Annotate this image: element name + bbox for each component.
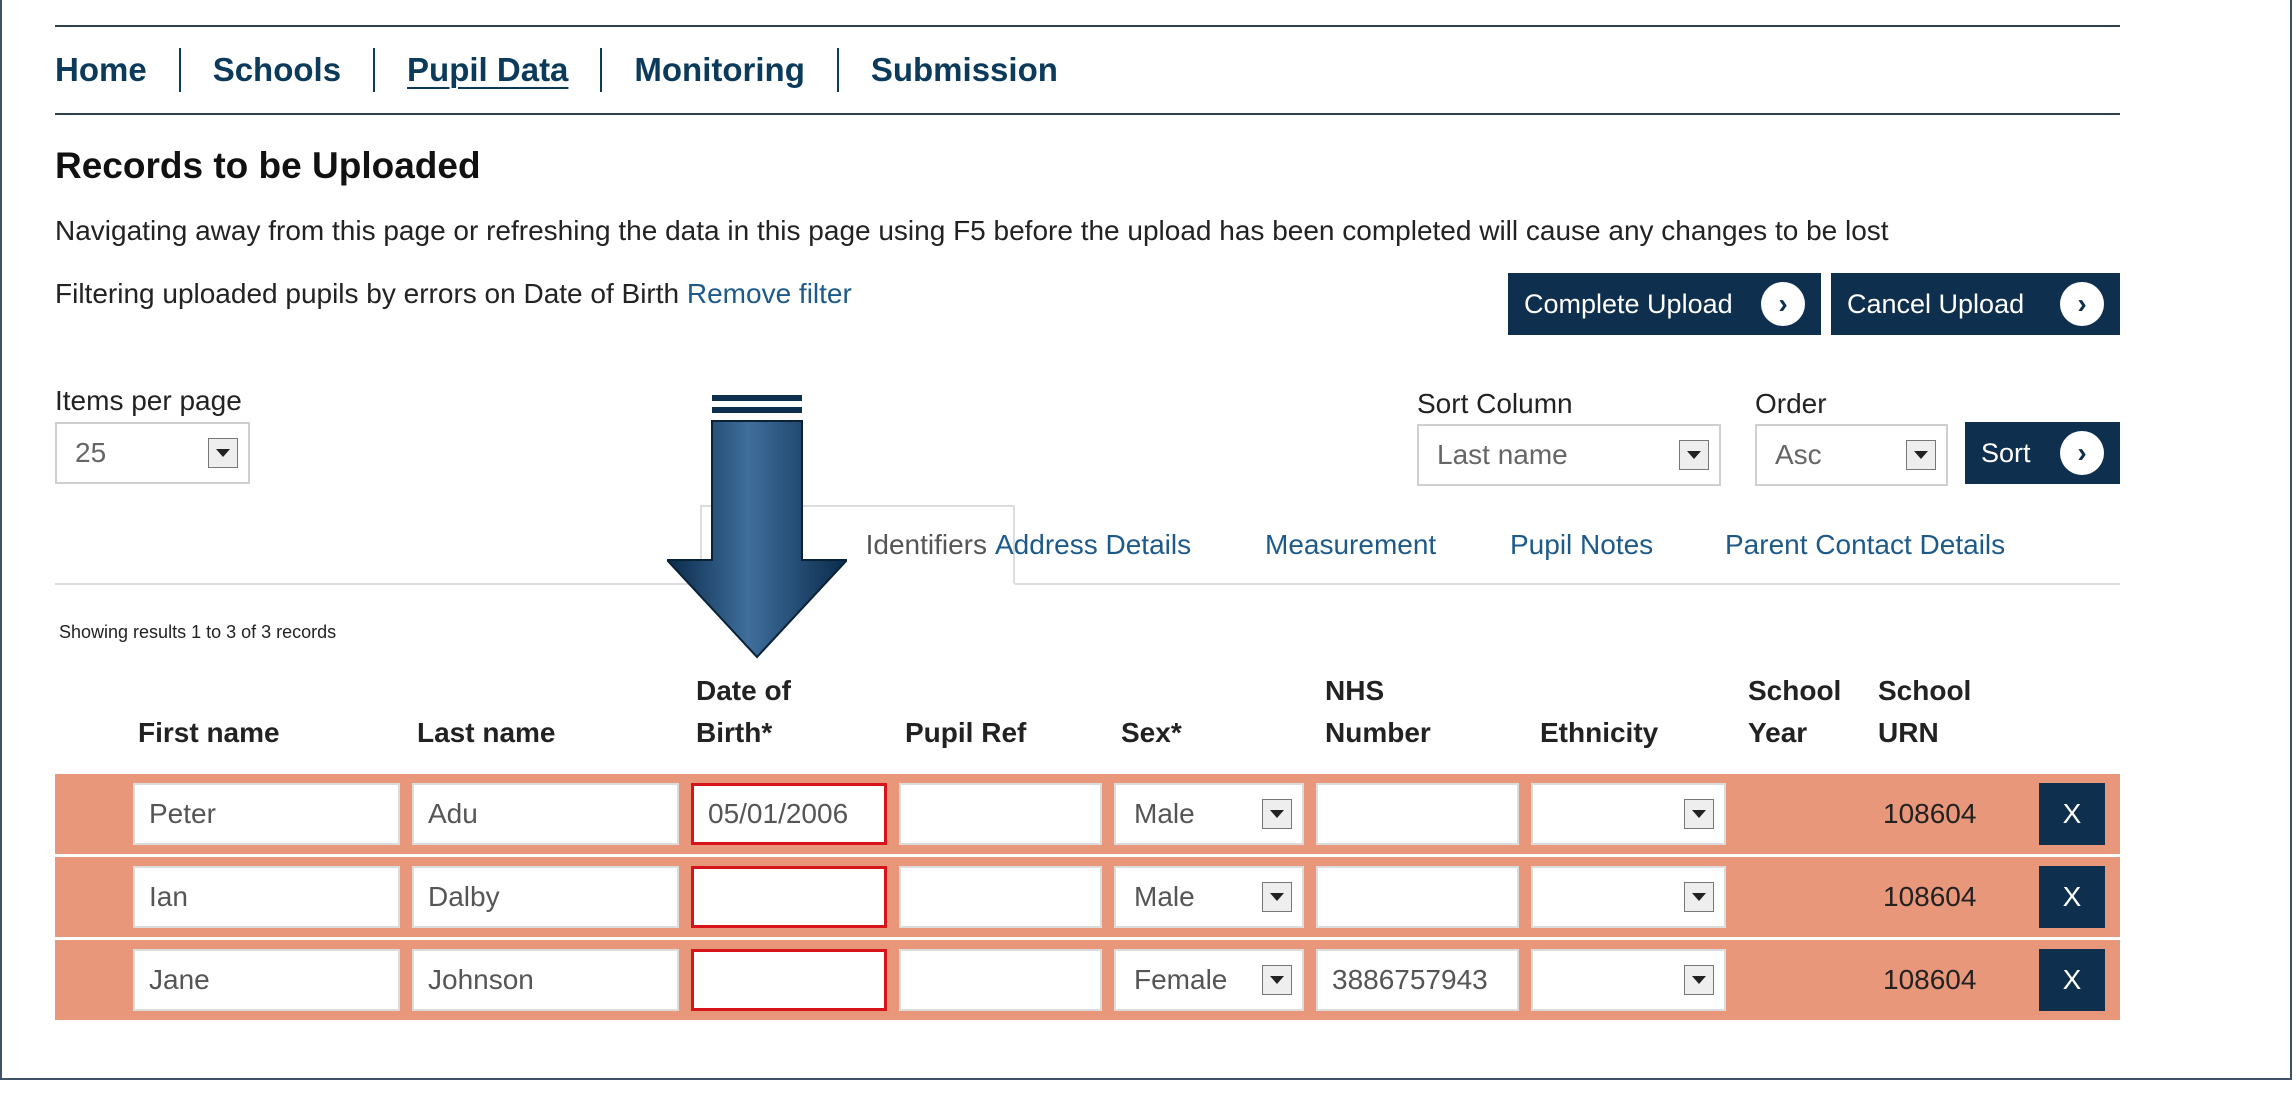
items-per-page-select[interactable]: 25 — [55, 422, 250, 484]
header-sex: Sex* — [1121, 717, 1182, 748]
sort-column-value: Last name — [1437, 439, 1568, 470]
header-pupil-ref: Pupil Ref — [905, 717, 1027, 748]
sort-column-label: Sort Column — [1417, 388, 1573, 419]
nav-schools[interactable]: Schools — [178, 48, 373, 92]
complete-upload-button[interactable]: Complete Upload › — [1508, 273, 1821, 335]
header-ethnicity: Ethnicity — [1540, 717, 1659, 748]
tab-parent-contact-details[interactable]: Parent Contact Details — [1725, 505, 2005, 585]
items-per-page-value: 25 — [75, 437, 107, 468]
delete-row-button[interactable]: X — [2039, 783, 2105, 845]
header-school-urn-line1: School — [1878, 675, 1972, 706]
tab-address-details[interactable]: Address Details — [995, 505, 1191, 585]
header-school-year-line1: School — [1748, 675, 1842, 706]
cancel-upload-button[interactable]: Cancel Upload › — [1831, 273, 2120, 335]
pupil-ref-field[interactable] — [899, 949, 1102, 1011]
dropdown-arrow-icon — [1684, 965, 1714, 995]
dob-field[interactable] — [691, 866, 887, 928]
nav-top-rule — [55, 25, 2120, 27]
header-dob-line2: Birth* — [696, 717, 773, 748]
last-name-field[interactable]: Dalby — [412, 866, 679, 928]
nhs-number-field[interactable]: 3886757943 — [1316, 949, 1519, 1011]
nav-bottom-rule — [55, 113, 2120, 115]
remove-filter-link[interactable]: Remove filter — [687, 278, 852, 309]
complete-upload-label: Complete Upload — [1524, 288, 1733, 319]
sex-value: Male — [1134, 881, 1195, 912]
items-per-page-label: Items per page — [55, 385, 242, 416]
dropdown-arrow-icon — [1679, 440, 1709, 470]
pupil-ref-field[interactable] — [899, 783, 1102, 845]
nav-submission[interactable]: Submission — [836, 48, 1090, 92]
last-name-field[interactable]: Adu — [412, 783, 679, 845]
header-school-year-line2: Year — [1748, 717, 1808, 748]
order-select[interactable]: Asc — [1755, 424, 1948, 486]
warning-text: Navigating away from this page or refres… — [55, 215, 1889, 246]
chevron-right-circle-icon: › — [1761, 282, 1805, 326]
dropdown-arrow-icon — [1262, 882, 1292, 912]
table-row: Ian Dalby Male 108604 X — [55, 857, 2120, 937]
school-urn: 108604 — [1883, 798, 1977, 829]
filter-text: Filtering uploaded pupils by errors on D… — [55, 278, 680, 309]
main-nav: Home Schools Pupil Data Monitoring Submi… — [55, 40, 1090, 100]
tab-measurement[interactable]: Measurement — [1265, 505, 1436, 585]
ethnicity-select[interactable] — [1531, 866, 1726, 928]
down-arrow-icon — [667, 395, 847, 659]
sort-label: Sort — [1981, 437, 2031, 468]
sex-value: Male — [1134, 798, 1195, 829]
ethnicity-select[interactable] — [1531, 949, 1726, 1011]
order-value: Asc — [1775, 439, 1822, 470]
page-content: Home Schools Pupil Data Monitoring Submi… — [55, 0, 2120, 1070]
table-row: Jane Johnson Female 3886757943 108604 X — [55, 940, 2120, 1020]
chevron-right-circle-icon: › — [2060, 282, 2104, 326]
first-name-field[interactable]: Peter — [133, 783, 400, 845]
sort-button[interactable]: Sort › — [1965, 422, 2120, 484]
last-name-field[interactable]: Johnson — [412, 949, 679, 1011]
sex-select[interactable]: Male — [1114, 783, 1304, 845]
first-name-field[interactable]: Jane — [133, 949, 400, 1011]
table-row: Peter Adu 05/01/2006 Male 108604 X — [55, 774, 2120, 854]
school-urn: 108604 — [1883, 964, 1977, 995]
dropdown-arrow-icon — [1684, 882, 1714, 912]
header-nhs-line1: NHS — [1325, 675, 1385, 706]
nhs-number-field[interactable] — [1316, 866, 1519, 928]
sex-select[interactable]: Male — [1114, 866, 1304, 928]
sort-column-select[interactable]: Last name — [1417, 424, 1721, 486]
dob-field[interactable]: 05/01/2006 — [691, 783, 887, 845]
order-label: Order — [1755, 388, 1827, 419]
filter-status: Filtering uploaded pupils by errors on D… — [55, 278, 852, 310]
dropdown-arrow-icon — [1906, 440, 1936, 470]
page-title: Records to be Uploaded — [55, 145, 481, 186]
header-first-name: First name — [138, 717, 280, 748]
dob-field[interactable] — [691, 949, 887, 1011]
delete-row-button[interactable]: X — [2039, 949, 2105, 1011]
nhs-number-field[interactable] — [1316, 783, 1519, 845]
delete-row-button[interactable]: X — [2039, 866, 2105, 928]
sex-value: Female — [1134, 964, 1228, 995]
dropdown-arrow-icon — [1684, 799, 1714, 829]
first-name-field[interactable]: Ian — [133, 866, 400, 928]
pupil-ref-field[interactable] — [899, 866, 1102, 928]
cancel-upload-label: Cancel Upload — [1847, 288, 2025, 319]
results-count: Showing results 1 to 3 of 3 records — [59, 622, 337, 642]
nav-pupil-data[interactable]: Pupil Data — [373, 48, 600, 92]
dropdown-arrow-icon — [208, 438, 238, 468]
ethnicity-select[interactable] — [1531, 783, 1726, 845]
chevron-right-circle-icon: › — [2060, 431, 2104, 475]
nav-home[interactable]: Home — [55, 48, 179, 92]
sex-select[interactable]: Female — [1114, 949, 1304, 1011]
header-nhs-line2: Number — [1325, 717, 1431, 748]
dropdown-arrow-icon — [1262, 799, 1292, 829]
tab-pupil-notes[interactable]: Pupil Notes — [1510, 505, 1653, 585]
header-school-urn-line2: URN — [1878, 717, 1939, 748]
header-last-name: Last name — [417, 717, 556, 748]
nav-monitoring[interactable]: Monitoring — [600, 48, 836, 92]
school-urn: 108604 — [1883, 881, 1977, 912]
dropdown-arrow-icon — [1262, 965, 1292, 995]
header-dob-line1: Date of — [696, 675, 791, 706]
